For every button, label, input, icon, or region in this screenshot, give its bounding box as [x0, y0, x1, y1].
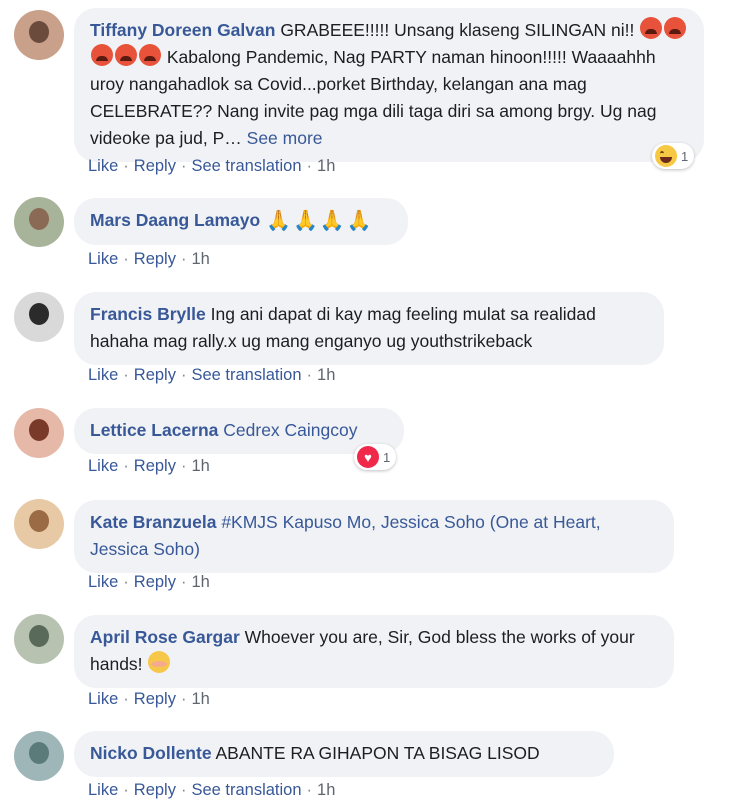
like-link[interactable]: Like — [88, 690, 118, 709]
comment-text: GRABEEE!!!!! Unsang klaseng SILINGAN ni!… — [280, 20, 635, 40]
comment-bubble: Mars Daang Lamayo 🙏 🙏 🙏 🙏 — [74, 198, 408, 245]
reply-link[interactable]: Reply — [134, 573, 176, 592]
haha-icon — [655, 145, 677, 167]
like-link[interactable]: Like — [88, 366, 118, 385]
like-link[interactable]: Like — [88, 781, 118, 800]
timestamp[interactable]: 1h — [191, 690, 209, 709]
reply-link[interactable]: Reply — [134, 366, 176, 385]
comment-text: ABANTE RA GIHAPON TA BISAG LISOD — [215, 743, 540, 763]
avatar[interactable] — [14, 499, 64, 549]
reply-link[interactable]: Reply — [134, 250, 176, 269]
comment-bubble: Kate Branzuela #KMJS Kapuso Mo, Jessica … — [74, 500, 674, 573]
commenter-name[interactable]: Francis Brylle — [90, 304, 206, 324]
tagged-user-link[interactable]: Cedrex Caingcoy — [223, 420, 357, 440]
commenter-name[interactable]: Lettice Lacerna — [90, 420, 218, 440]
reaction-count: 1 — [383, 449, 391, 465]
timestamp[interactable]: 1h — [191, 573, 209, 592]
reaction-count: 1 — [681, 148, 689, 164]
comment-bubble: April Rose Gargar Whoever you are, Sir, … — [74, 615, 674, 688]
comment-bubble: Tiffany Doreen Galvan GRABEEE!!!!! Unsan… — [74, 8, 704, 162]
commenter-name[interactable]: Tiffany Doreen Galvan — [90, 20, 275, 40]
see-translation-link[interactable]: See translation — [191, 781, 301, 800]
commenter-name[interactable]: Mars Daang Lamayo — [90, 210, 260, 230]
avatar[interactable] — [14, 614, 64, 664]
avatar[interactable] — [14, 197, 64, 247]
timestamp[interactable]: 1h — [317, 781, 335, 800]
comment-actions: Like · Reply · 1h — [88, 690, 210, 709]
reply-link[interactable]: Reply — [134, 457, 176, 476]
avatar[interactable] — [14, 408, 64, 458]
comment-bubble: Nicko Dollente ABANTE RA GIHAPON TA BISA… — [74, 731, 614, 777]
comment-actions: Like · Reply · See translation · 1h — [88, 366, 336, 385]
comment-actions: Like · Reply · See translation · 1h — [88, 157, 336, 176]
comment-bubble: Francis Brylle Ing ani dapat di kay mag … — [74, 292, 664, 365]
reply-link[interactable]: Reply — [134, 781, 176, 800]
comment-bubble: Lettice Lacerna Cedrex Caingcoy — [74, 408, 404, 454]
like-link[interactable]: Like — [88, 573, 118, 592]
timestamp[interactable]: 1h — [191, 457, 209, 476]
avatar[interactable] — [14, 10, 64, 60]
like-link[interactable]: Like — [88, 157, 118, 176]
reaction-badge[interactable]: ♥ 1 — [354, 444, 397, 470]
avatar[interactable] — [14, 731, 64, 781]
folded-hands-icon: 🙏 🙏 🙏 🙏 — [266, 210, 372, 232]
commenter-name[interactable]: April Rose Gargar — [90, 627, 240, 647]
see-more-link[interactable]: See more — [247, 128, 323, 148]
comment-actions: Like · Reply · 1h — [88, 573, 210, 592]
like-link[interactable]: Like — [88, 457, 118, 476]
reply-link[interactable]: Reply — [134, 690, 176, 709]
reply-link[interactable]: Reply — [134, 157, 176, 176]
commenter-name[interactable]: Kate Branzuela — [90, 512, 216, 532]
see-translation-link[interactable]: See translation — [191, 157, 301, 176]
comment-actions: Like · Reply · 1h — [88, 457, 210, 476]
timestamp[interactable]: 1h — [191, 250, 209, 269]
reaction-badge[interactable]: 1 — [652, 143, 695, 169]
comment-actions: Like · Reply · See translation · 1h — [88, 781, 336, 800]
avatar[interactable] — [14, 292, 64, 342]
see-translation-link[interactable]: See translation — [191, 366, 301, 385]
timestamp[interactable]: 1h — [317, 157, 335, 176]
heart-icon: ♥ — [357, 446, 379, 468]
commenter-name[interactable]: Nicko Dollente — [90, 743, 212, 763]
timestamp[interactable]: 1h — [317, 366, 335, 385]
comment-actions: Like · Reply · 1h — [88, 250, 210, 269]
comment-text-continued: Kabalong Pandemic, Nag PARTY naman hinoo… — [90, 47, 657, 148]
like-link[interactable]: Like — [88, 250, 118, 269]
blushing-face-icon — [148, 651, 171, 673]
